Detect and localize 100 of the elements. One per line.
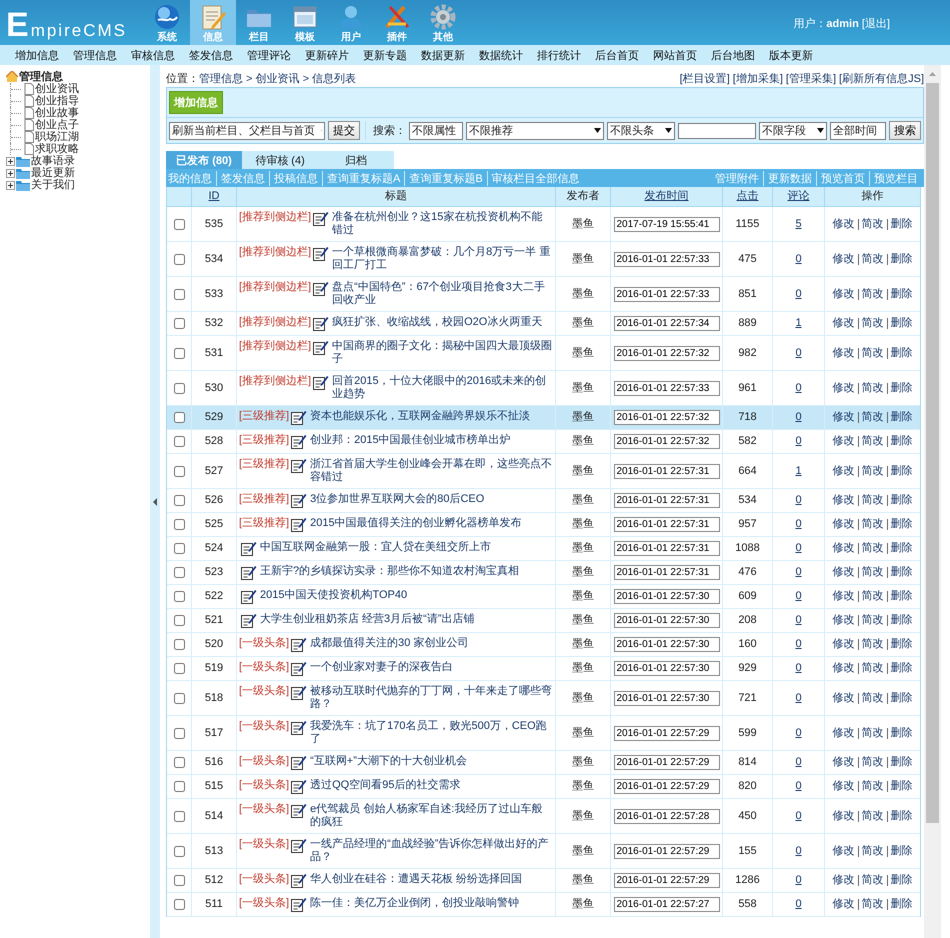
row-checkbox[interactable] [174, 639, 184, 650]
action-link[interactable]: 删除 [886, 757, 916, 768]
menu-link[interactable]: 增加信息 [8, 48, 66, 62]
id-cell[interactable]: 522 [192, 585, 237, 608]
id-cell[interactable]: 512 [192, 869, 237, 892]
row-checkbox[interactable] [174, 846, 184, 856]
row-checkbox[interactable] [174, 412, 184, 423]
tree-item[interactable]: 职场江湖 [35, 131, 79, 143]
article-title[interactable]: 中国商界的圈子文化：揭秘中国四大最顶级圈子 [332, 340, 553, 366]
comments-link[interactable]: 0 [795, 780, 802, 793]
time-field[interactable]: 2016-01-01 22:57:32 [614, 410, 720, 425]
id-cell[interactable]: 519 [192, 657, 237, 680]
tree-item[interactable]: 故事语录 [31, 155, 75, 167]
article-title[interactable]: 准备在杭州创业？这15家在杭投资机构不能错过 [332, 211, 553, 237]
action-link[interactable]: 修改 [830, 318, 858, 329]
action-link[interactable]: 修改 [830, 412, 858, 423]
tree-item[interactable]: 创业点子 [35, 119, 79, 131]
comments-link[interactable]: 0 [795, 638, 802, 651]
article-title[interactable]: 透过QQ空间看95后的社交需求 [310, 779, 553, 792]
action-link[interactable]: 修改 [830, 218, 858, 230]
row-checkbox[interactable] [174, 728, 184, 738]
comments-link[interactable]: 0 [795, 382, 802, 394]
comments-link[interactable]: 0 [795, 810, 802, 822]
id-cell[interactable]: 523 [192, 561, 237, 584]
action-link[interactable]: 简改 [858, 663, 886, 674]
dropdown[interactable]: 刷新当前栏目、父栏目与首页 [169, 122, 325, 140]
row-checkbox[interactable] [174, 218, 184, 230]
comments-link[interactable]: 0 [795, 662, 802, 675]
action-link[interactable]: 删除 [886, 899, 916, 910]
action-link[interactable]: 删除 [886, 639, 916, 650]
dropdown[interactable]: 不限字段 [759, 122, 827, 140]
action-link[interactable]: 删除 [886, 846, 916, 856]
tree-item[interactable]: 关于我们 [31, 179, 75, 191]
action-link[interactable]: 修改 [830, 728, 858, 738]
header-link[interactable]: [栏目设置] [680, 70, 730, 86]
menu-link[interactable]: 后台首页 [588, 48, 646, 62]
action-link[interactable]: 删除 [886, 728, 916, 738]
action-link[interactable]: 简改 [858, 692, 886, 704]
row-checkbox[interactable] [174, 899, 184, 910]
article-title[interactable]: “互联网+”大潮下的十大创业机会 [310, 755, 553, 768]
article-title[interactable]: 资本也能娱乐化，互联网金融跨界娱乐不扯淡 [310, 410, 553, 423]
comments-link[interactable]: 0 [795, 692, 802, 704]
header-link[interactable]: [刷新所有信息JS] [839, 70, 924, 86]
id-cell[interactable]: 511 [192, 893, 237, 916]
row-checkbox[interactable] [174, 318, 184, 329]
menu-link[interactable]: 审核信息 [124, 48, 182, 62]
time-field[interactable]: 2016-01-01 22:57:29 [614, 726, 720, 740]
comments-link[interactable]: 1 [795, 464, 802, 478]
menu-link[interactable]: 更新碎片 [298, 48, 356, 62]
time-field[interactable]: 2016-01-01 22:57:29 [614, 844, 720, 858]
action-link[interactable]: 删除 [886, 875, 916, 886]
id-cell[interactable]: 531 [192, 336, 237, 370]
comments-link[interactable]: 0 [795, 726, 802, 740]
comments-link[interactable]: 0 [795, 411, 802, 424]
article-title[interactable]: 3位参加世界互联网大会的80后CEO [310, 493, 553, 506]
row-checkbox[interactable] [174, 543, 184, 554]
time-field[interactable]: 2016-01-01 22:57:31 [614, 517, 720, 532]
search-button[interactable]: 搜索 [889, 121, 921, 140]
sort-header[interactable]: 评论 [788, 190, 810, 203]
menu-link[interactable]: 后台地图 [704, 48, 762, 62]
comments-link[interactable]: 0 [795, 898, 802, 911]
comments-link[interactable]: 0 [795, 435, 802, 448]
action-link[interactable]: 简改 [858, 781, 886, 792]
article-title[interactable]: 成都最值得关注的30 家创业公司 [310, 637, 553, 650]
article-title[interactable]: 2015中国天使投资机构TOP40 [260, 589, 553, 602]
time-field[interactable]: 2016-01-01 22:57:31 [614, 493, 720, 508]
id-cell[interactable]: 526 [192, 489, 237, 512]
action-link[interactable]: 简改 [858, 567, 886, 578]
action-link[interactable]: 简改 [858, 348, 886, 358]
action-link[interactable]: 简改 [858, 639, 886, 650]
time-field[interactable]: 2016-01-01 22:57:31 [614, 565, 720, 580]
action-link[interactable]: 删除 [886, 466, 916, 476]
dropdown[interactable]: 不限属性 [409, 122, 463, 140]
dropdown[interactable]: 全部时间 [830, 122, 886, 140]
action-link[interactable]: 删除 [886, 348, 916, 358]
action-link[interactable]: 修改 [830, 692, 858, 704]
article-title[interactable]: 大学生创业租奶茶店 经营3月后被“请”出店铺 [260, 613, 553, 626]
id-cell[interactable]: 518 [192, 681, 237, 715]
time-field[interactable]: 2017-07-19 15:55:41 [614, 216, 720, 232]
action-link[interactable]: 修改 [830, 757, 858, 768]
time-field[interactable]: 2016-01-01 22:57:34 [614, 316, 720, 331]
menu-link[interactable]: 签发信息 [182, 48, 240, 62]
action-link[interactable]: 修改 [830, 591, 858, 602]
time-field[interactable]: 2016-01-01 22:57:32 [614, 434, 720, 449]
id-cell[interactable]: 521 [192, 609, 237, 632]
action-link[interactable]: 简改 [858, 288, 886, 300]
time-field[interactable]: 2016-01-01 22:57:33 [614, 252, 720, 266]
article-title[interactable]: 被移动互联时代抛弃的丁丁网，十年来走了哪些弯路？ [310, 685, 553, 711]
tab[interactable]: 待审核 (4) [242, 151, 318, 169]
tree-item[interactable]: 创业资讯 [35, 83, 79, 95]
action-link[interactable]: 删除 [886, 543, 916, 554]
row-checkbox[interactable] [174, 436, 184, 447]
action-link[interactable]: 修改 [830, 663, 858, 674]
action-link[interactable]: 删除 [886, 615, 916, 626]
action-link[interactable]: 简改 [858, 466, 886, 476]
comments-link[interactable]: 5 [795, 218, 802, 230]
article-title[interactable]: 王新宇?的乡镇探访实录：那些你不知道农村淘宝真相 [260, 565, 553, 578]
time-field[interactable]: 2016-01-01 22:57:30 [614, 690, 720, 706]
action-link[interactable]: 删除 [886, 692, 916, 704]
id-cell[interactable]: 516 [192, 751, 237, 774]
